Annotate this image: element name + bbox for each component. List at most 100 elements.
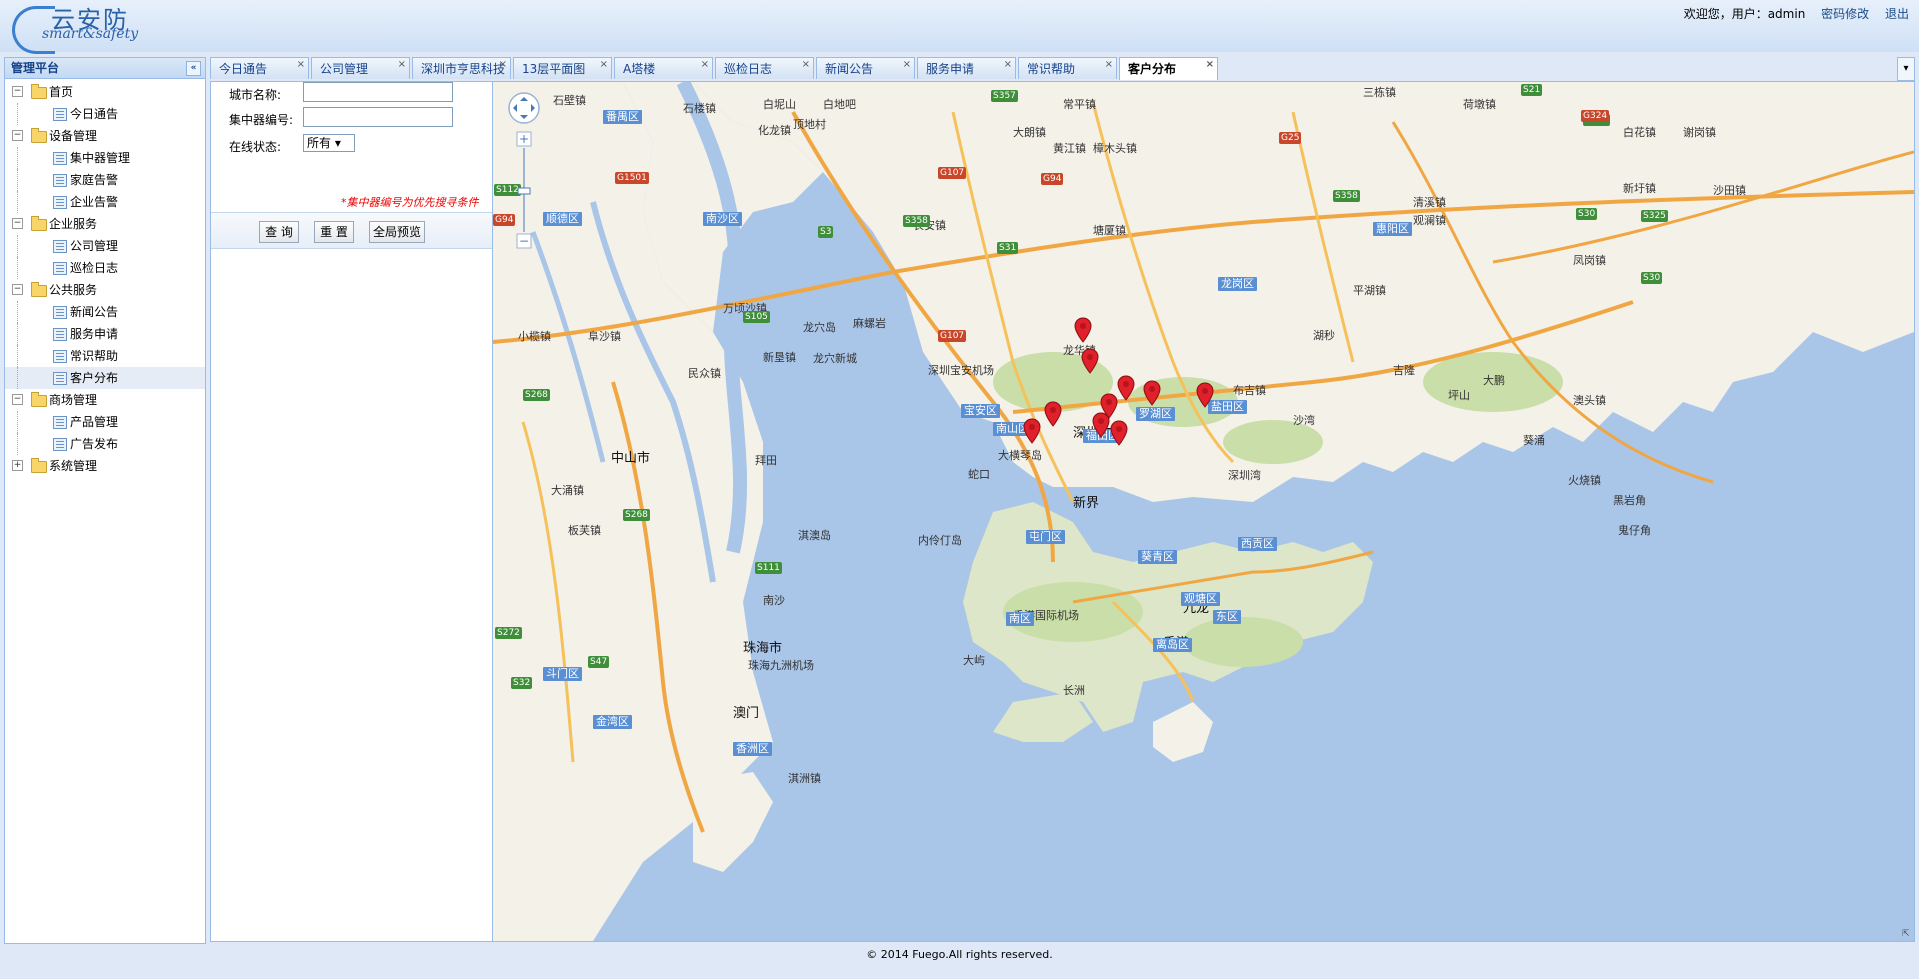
customer-marker-icon[interactable] xyxy=(1092,412,1110,438)
page-icon xyxy=(53,174,67,187)
customer-marker-icon[interactable] xyxy=(1196,382,1214,408)
collapse-icon[interactable]: − xyxy=(12,284,23,295)
close-tab-icon[interactable]: × xyxy=(398,54,406,76)
page-icon xyxy=(53,328,67,341)
tab[interactable]: 公司管理 × xyxy=(311,57,410,79)
city-name-input[interactable] xyxy=(303,82,453,102)
tree-item[interactable]: 广告发布 xyxy=(5,433,205,455)
svg-text:+: + xyxy=(519,132,529,146)
tab[interactable]: 今日通告 × xyxy=(210,57,309,79)
tree-item[interactable]: 常识帮助 xyxy=(5,345,205,367)
tab[interactable]: A塔楼 × xyxy=(614,57,713,79)
customer-marker-icon[interactable] xyxy=(1117,375,1135,401)
sidebar-title: 管理平台 « xyxy=(5,58,205,79)
tree-folder[interactable]: − 公共服务 xyxy=(5,279,205,301)
map-place-label: 荷墩镇 xyxy=(1463,98,1496,111)
map-place-label: 蛇口 xyxy=(968,468,990,481)
tree-item[interactable]: 服务申请 xyxy=(5,323,205,345)
close-tab-icon[interactable]: × xyxy=(1105,54,1113,76)
close-tab-icon[interactable]: × xyxy=(1004,54,1012,76)
tree-folder[interactable]: − 商场管理 xyxy=(5,389,205,411)
tab[interactable]: 深圳市亨思科技 × xyxy=(412,57,511,79)
map-place-label: 白地吧 xyxy=(823,98,856,111)
tree-item[interactable]: 客户分布 xyxy=(5,367,205,389)
road-shield: S358 xyxy=(903,215,930,227)
page-icon xyxy=(53,196,67,209)
tree-folder[interactable]: − 企业服务 xyxy=(5,213,205,235)
tree-folder[interactable]: − 首页 xyxy=(5,81,205,103)
close-tab-icon[interactable]: × xyxy=(499,54,507,76)
map-district-label: 南区 xyxy=(1006,612,1034,626)
collapse-icon[interactable]: − xyxy=(12,130,23,141)
close-tab-icon[interactable]: × xyxy=(802,54,810,76)
footer-copyright: © 2014 Fuego.All rights reserved. xyxy=(866,948,1053,961)
road-shield: S3 xyxy=(818,226,834,238)
tree-item[interactable]: 家庭告警 xyxy=(5,169,205,191)
close-tab-icon[interactable]: × xyxy=(297,54,305,76)
close-tab-icon[interactable]: × xyxy=(600,54,608,76)
collapse-icon[interactable]: − xyxy=(12,218,23,229)
overview-button[interactable]: 全局预览 xyxy=(369,221,425,243)
tree-item[interactable]: 今日通告 xyxy=(5,103,205,125)
change-password-link[interactable]: 密码修改 xyxy=(1821,7,1869,21)
expand-icon[interactable]: + xyxy=(12,460,23,471)
user-bar: 欢迎您，用户：admin 密码修改 退出 xyxy=(1684,5,1909,22)
online-status-select[interactable]: 所有 ▾ xyxy=(303,134,355,152)
logout-link[interactable]: 退出 xyxy=(1885,7,1909,21)
customer-map[interactable]: 石壁镇 石楼镇 化龙镇 白坭山 顶地村 白地吧 大朗镇 常平镇 三栋镇 荷墩镇 黄江镇 樟木头镇 谢岗镇… xyxy=(493,82,1914,941)
close-tab-icon[interactable]: × xyxy=(1206,54,1214,76)
concentrator-label: 集中器编号: xyxy=(229,113,294,127)
map-place-label: 石楼镇 xyxy=(683,102,716,115)
tree-folder-label: 设备管理 xyxy=(49,129,98,143)
customer-marker-icon[interactable] xyxy=(1081,348,1099,374)
reset-button[interactable]: 重 置 xyxy=(314,221,354,243)
road-shield: S32 xyxy=(511,677,533,689)
folder-icon xyxy=(31,392,47,407)
collapse-icon[interactable]: − xyxy=(12,86,23,97)
content-panel: 城市名称: 集中器编号: 在线状态: 所有 ▾ *集中器编号为优先搜寻条件 查 … xyxy=(210,81,1915,942)
tree-item[interactable]: 企业告警 xyxy=(5,191,205,213)
map-place-label: 拜田 xyxy=(755,454,777,467)
close-tab-icon[interactable]: × xyxy=(701,54,709,76)
welcome-text: 欢迎您，用户：admin xyxy=(1683,7,1806,21)
tab-label: 今日通告 xyxy=(219,62,268,76)
tab[interactable]: 客户分布 × xyxy=(1119,57,1218,80)
tab[interactable]: 巡检日志 × xyxy=(715,57,814,79)
nav-tree: − 首页今日通告 − 设备管理集中器管理 家庭告警 企业告警 − 企业服务 公司管理 巡检日志 − 公… xyxy=(5,79,205,477)
tab[interactable]: 13层平面图 × xyxy=(513,57,612,79)
query-button[interactable]: 查 询 xyxy=(259,221,299,243)
map-zoom-control[interactable]: + − xyxy=(507,92,541,322)
customer-marker-icon[interactable] xyxy=(1074,317,1092,343)
collapse-icon[interactable]: − xyxy=(12,394,23,405)
page-icon xyxy=(53,262,67,275)
map-place-label: 三栋镇 xyxy=(1363,86,1396,99)
tree-folder-label: 系统管理 xyxy=(49,459,98,473)
customer-marker-icon[interactable] xyxy=(1110,420,1128,446)
road-shield: S21 xyxy=(1521,84,1543,96)
tree-folder[interactable]: + 系统管理 xyxy=(5,455,205,477)
tree-item[interactable]: 集中器管理 xyxy=(5,147,205,169)
tab[interactable]: 常识帮助 × xyxy=(1018,57,1117,79)
map-base xyxy=(493,82,1914,941)
customer-marker-icon[interactable] xyxy=(1023,418,1041,444)
tab-label: 公司管理 xyxy=(320,62,369,76)
map-place-label: 顶地村 xyxy=(793,118,826,131)
tree-item[interactable]: 公司管理 xyxy=(5,235,205,257)
map-place-label: 平湖镇 xyxy=(1353,284,1386,297)
tab[interactable]: 服务申请 × xyxy=(917,57,1016,79)
close-tab-icon[interactable]: × xyxy=(903,54,911,76)
collapse-sidebar-icon[interactable]: « xyxy=(186,61,201,76)
tab[interactable]: 新闻公告 × xyxy=(816,57,915,79)
concentrator-number-input[interactable] xyxy=(303,107,453,127)
tree-item[interactable]: 产品管理 xyxy=(5,411,205,433)
tree-item[interactable]: 巡检日志 xyxy=(5,257,205,279)
tree-folder-label: 首页 xyxy=(49,85,74,99)
tree-item[interactable]: 新闻公告 xyxy=(5,301,205,323)
tree-folder[interactable]: − 设备管理 xyxy=(5,125,205,147)
customer-marker-icon[interactable] xyxy=(1044,401,1062,427)
customer-marker-icon[interactable] xyxy=(1143,380,1161,406)
tab-menu-icon[interactable]: ▾ xyxy=(1897,57,1915,81)
map-resize-handle-icon[interactable]: ⇱ xyxy=(1902,929,1912,939)
road-shield: S111 xyxy=(755,562,782,574)
page-icon xyxy=(53,108,67,121)
